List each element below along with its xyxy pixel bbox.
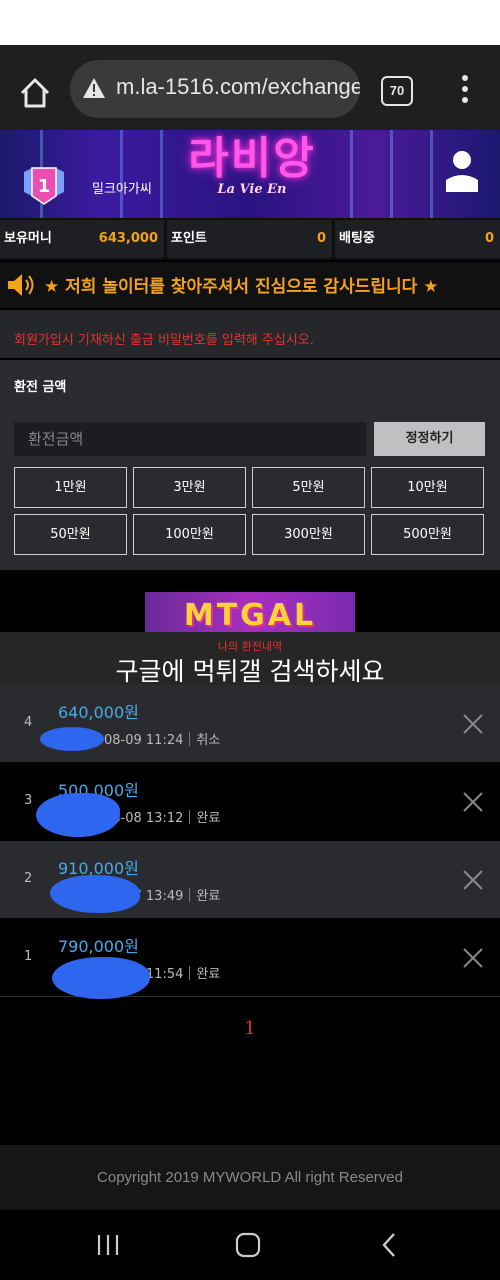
balance-betting: 배팅중 0 [335,220,500,258]
exchange-title: 환전 금액 [14,380,67,395]
amount-button-10k[interactable]: 1만원 [14,467,127,508]
password-warning-text: 회원가입시 기재하신 출금 비밀번호를 입력해 주십시오. [14,333,314,348]
row-amount: 790,000원 [58,937,139,956]
history-row: 4 640,000원 08-09 11:24 취소 [0,685,500,762]
tab-switcher-button[interactable]: 70 [381,76,413,106]
level-badge-icon: 1 [22,166,66,206]
amount-button-100k[interactable]: 10만원 [371,467,484,508]
address-bar[interactable]: m.la-1516.com/exchange [70,60,360,118]
row-meta: 08-09 11:24 취소 [104,729,220,748]
banner-logo-text: MTGAL [183,598,317,633]
logo-main-text: 라비앙 [188,133,316,184]
history-row: 3 500,000원 08-08 13:12 완료 [0,763,500,840]
amount-button-50k[interactable]: 5만원 [252,467,365,508]
notice-marquee: ★ 저희 놀이터를 찾아주셔서 진심으로 감사드립니다 ★ [0,262,500,308]
reset-button[interactable]: 정정하기 [374,422,485,456]
row-number: 3 [24,793,33,808]
system-nav-bar [0,1210,500,1280]
row-date: 08-09 11:24 [104,733,184,748]
row-amount: 640,000원 [58,703,139,722]
redaction-mark [36,793,120,837]
redaction-mark [40,727,104,751]
close-icon[interactable] [462,713,484,735]
balance-cash: 보유머니 643,000 [0,220,164,258]
row-number: 4 [24,715,33,730]
footer: Copyright 2019 MYWORLD All right Reserve… [0,1145,500,1210]
balance-row: 보유머니 643,000 포인트 0 배팅중 0 [0,218,500,260]
balance-points: 포인트 0 [167,220,332,258]
amount-button-1m[interactable]: 100만원 [133,514,246,555]
row-status: 완료 [196,967,221,982]
copyright-text: Copyright 2019 MYWORLD All right Reserve… [97,1169,403,1186]
row-meta: 08-08 13:12 완료 [104,807,220,826]
balance-label: 포인트 [171,231,207,246]
balance-value: 643,000 [98,231,158,246]
home-nav-icon[interactable] [235,1232,261,1262]
close-icon[interactable] [462,947,484,969]
site-header: 1 밀크아가씨 라비앙 La Vie En [0,130,500,218]
user-profile-icon[interactable] [444,150,480,194]
url-text[interactable]: m.la-1516.com/exchange [116,74,360,100]
home-icon[interactable] [14,73,56,113]
speaker-icon [6,272,36,298]
row-status: 완료 [196,811,221,826]
warning-icon [82,77,106,99]
row-status: 취소 [196,733,221,748]
username: 밀크아가씨 [92,182,152,197]
pagination-current-page[interactable]: 1 [0,1018,500,1039]
close-icon[interactable] [462,869,484,891]
amount-button-500k[interactable]: 50만원 [14,514,127,555]
row-status: 완료 [196,889,221,904]
level-number: 1 [38,176,51,197]
recent-apps-icon[interactable] [96,1233,120,1261]
browser-toolbar: m.la-1516.com/exchange 70 [0,45,500,130]
amount-button-30k[interactable]: 3만원 [133,467,246,508]
amount-button-5m[interactable]: 500만원 [371,514,484,555]
balance-label: 배팅중 [339,231,375,246]
redaction-mark [50,875,140,913]
row-number: 1 [24,949,33,964]
balance-value: 0 [316,231,326,246]
more-menu-icon[interactable] [455,75,475,105]
watermark-text: 구글에 먹튀갤 검색하세요 [115,657,385,685]
redaction-mark [52,957,150,999]
watermark-overlay: 나의 환전내역 구글에 먹튀갤 검색하세요 [0,632,500,685]
history-row: 2 910,000원 08-07 13:49 완료 [0,841,500,918]
notice-text: ★ 저희 놀이터를 찾아주셔서 진심으로 감사드립니다 ★ [44,277,439,297]
balance-label: 보유머니 [4,231,52,246]
exchange-panel: 환전 금액 정정하기 1만원 3만원 5만원 10만원 50만원 100만원 3… [0,360,500,570]
close-icon[interactable] [462,791,484,813]
password-warning-box: 회원가입시 기재하신 출금 비밀번호를 입력해 주십시오. [0,310,500,358]
amount-button-3m[interactable]: 300만원 [252,514,365,555]
back-nav-icon[interactable] [380,1232,398,1262]
banner-zone: MTGAL 나의 환전내역 구글에 먹튀갤 검색하세요 [0,570,500,685]
exchange-amount-input[interactable] [14,422,366,456]
balance-value: 0 [484,231,494,246]
row-number: 2 [24,871,33,886]
history-row: 1 790,000원 08-06 11:54완료 [0,919,500,999]
status-bar [0,0,500,45]
site-logo[interactable]: 라비앙 La Vie En [172,132,332,216]
